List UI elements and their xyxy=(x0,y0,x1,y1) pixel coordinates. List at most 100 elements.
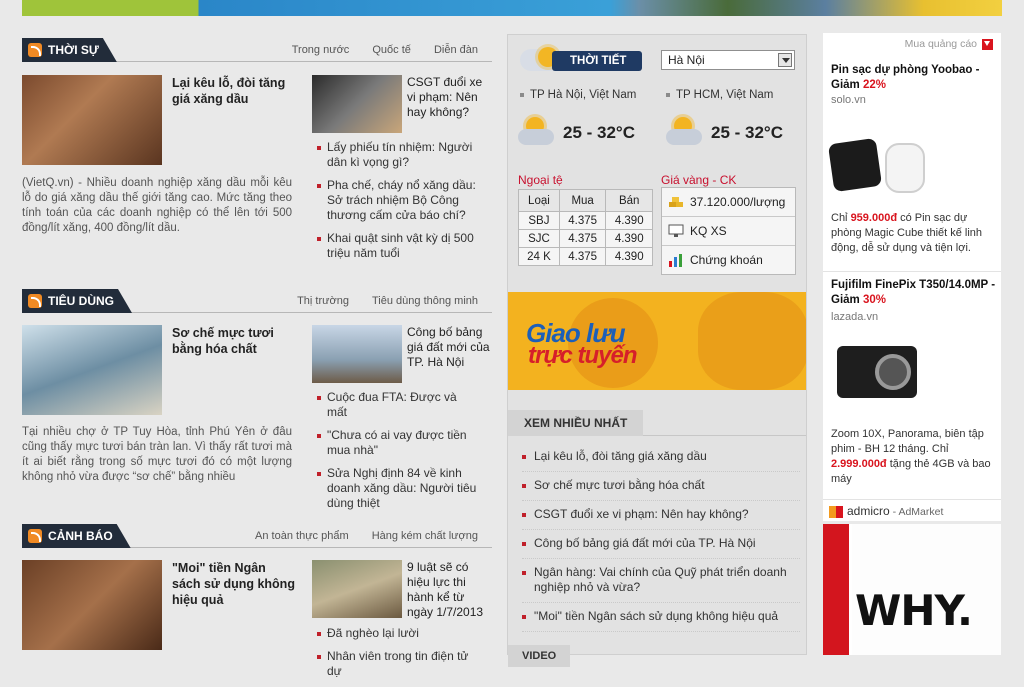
table-cell: 4.375 xyxy=(558,211,607,230)
city-select[interactable]: Hà Nội xyxy=(661,50,795,70)
section-title: CẢNH BÁO xyxy=(48,529,113,543)
sublink[interactable]: Quốc tế xyxy=(372,44,411,56)
list-item[interactable]: Sửa Nghị định 84 về kinh doanh xăng dầu:… xyxy=(315,466,480,511)
list-item[interactable]: Sơ chế mực tươi bằng hóa chất xyxy=(522,478,800,501)
headline-thumbnail[interactable] xyxy=(22,325,162,415)
list-item[interactable]: Khai quật sinh vật kỳ dị 500 triệu năm t… xyxy=(315,231,480,261)
list-item[interactable]: Lại kêu lỗ, đòi tăng giá xăng dầu xyxy=(522,449,800,472)
sublink[interactable]: Tiêu dùng thông minh xyxy=(372,295,478,307)
banner-stripe-gap xyxy=(849,524,852,655)
list-item[interactable]: Lấy phiếu tín nhiệm: Người dân kì vọng g… xyxy=(315,140,480,170)
table-cell: SJC xyxy=(518,229,560,248)
table-cell: 4.375 xyxy=(558,229,607,248)
admicro-logo-icon xyxy=(829,505,843,518)
live-chat-banner[interactable]: Giao lưu trực tuyến xyxy=(508,292,806,390)
why-text: WHY. xyxy=(855,586,973,635)
section-tab[interactable]: CẢNH BÁO xyxy=(22,524,131,548)
ad-title[interactable]: Fujifilm FinePix T350/14.0MP - Giảm 30% xyxy=(831,278,996,308)
table-row: 24 K 4.375 4.390 xyxy=(518,247,653,266)
ad-discount: 30% xyxy=(862,294,886,306)
headline-link[interactable]: "Moi" tiền Ngân sách sử dụng không hiệu … xyxy=(172,560,296,608)
rss-icon xyxy=(28,294,42,308)
forex-label: Ngoại tệ xyxy=(518,173,563,187)
monitor-icon xyxy=(668,224,684,237)
list-item[interactable]: Cuộc đua FTA: Được và mất xyxy=(315,390,480,420)
ad-source[interactable]: solo.vn xyxy=(831,94,866,106)
section-tab[interactable]: TIÊU DÙNG xyxy=(22,289,132,313)
sublink[interactable]: Diễn đàn xyxy=(434,44,478,56)
section-sublinks: Trong nước Quốc tế Diễn đàn xyxy=(272,44,478,56)
why-banner[interactable]: WHY. xyxy=(823,524,1001,655)
headline-link[interactable]: Lại kêu lỗ, đòi tăng giá xăng dầu xyxy=(172,75,292,107)
column-header: Mua xyxy=(558,189,607,212)
gold-box: 37.120.000/lượng KQ XS Chứng khoán xyxy=(661,187,796,275)
sun-cloud-icon xyxy=(518,117,556,147)
side-thumbnail[interactable] xyxy=(312,75,402,133)
headline-thumbnail[interactable] xyxy=(22,560,162,650)
stock-row[interactable]: Chứng khoán xyxy=(662,246,795,275)
ad-title[interactable]: Pin sạc dự phòng Yoobao - Giảm 22% xyxy=(831,63,996,93)
headline-link[interactable]: Sơ chế mực tươi bằng hóa chất xyxy=(172,325,292,357)
column-header: Loại xyxy=(518,189,560,212)
chevron-down-icon[interactable] xyxy=(778,53,792,67)
side-thumbnail[interactable] xyxy=(312,560,402,618)
sublink[interactable]: An toàn thực phẩm xyxy=(255,530,349,542)
gold-bars-icon xyxy=(669,197,683,207)
section-tab[interactable]: THỜI SỰ xyxy=(22,38,117,62)
forex-table: Loại Mua Bán SBJ 4.375 4.390 SJC 4.375 4… xyxy=(518,189,653,266)
list-item[interactable]: Công bố bảng giá đất mới của TP. Hà Nội xyxy=(522,536,800,559)
sublink[interactable]: Hàng kém chất lượng xyxy=(372,530,478,542)
top-banner[interactable] xyxy=(22,0,1002,16)
weather-temp: 25 - 32°C xyxy=(711,123,784,142)
divider xyxy=(823,271,1001,272)
banner-stripe xyxy=(823,524,849,655)
chevron-down-icon[interactable] xyxy=(982,38,993,50)
camera-image[interactable] xyxy=(837,346,917,398)
gold-price: 37.120.000/lượng xyxy=(690,195,786,209)
ad-price: 2.999.000đ xyxy=(831,458,887,470)
weather-city: TP Hà Nội, Việt Nam xyxy=(520,89,636,101)
side-headline-link[interactable]: CSGT đuổi xe vi phạm: Nên hay không? xyxy=(407,75,493,120)
table-cell: 4.390 xyxy=(605,211,653,230)
video-header: VIDEO xyxy=(508,645,806,667)
city-select-value: Hà Nội xyxy=(668,53,705,67)
sublink[interactable]: Thị trường xyxy=(297,295,349,307)
column-header: Bán xyxy=(605,189,653,212)
power-bank-image[interactable] xyxy=(827,137,883,193)
lottery-row[interactable]: KQ XS xyxy=(662,217,795,246)
buy-ad-link[interactable]: Mua quảng cáo xyxy=(905,38,993,50)
rss-icon xyxy=(28,43,42,57)
list-item[interactable]: "Chưa có ai vay được tiền mua nhà" xyxy=(315,428,480,458)
section-title: THỜI SỰ xyxy=(48,43,99,57)
side-headline-link[interactable]: Công bố bảng giá đất mới của TP. Hà Nội xyxy=(407,325,493,370)
video-tab[interactable]: VIDEO xyxy=(508,645,571,667)
most-viewed-tab[interactable]: XEM NHIỀU NHẤT xyxy=(508,410,644,436)
cable-image xyxy=(885,143,925,193)
section-sublinks: An toàn thực phẩm Hàng kém chất lượng xyxy=(235,530,478,542)
list-item[interactable]: CSGT đuổi xe vi phạm: Nên hay không? xyxy=(522,507,800,530)
list-item[interactable]: Pha chế, cháy nổ xăng dầu: Sở trách nhiệ… xyxy=(315,178,480,223)
weather-label: THỜI TIẾT xyxy=(552,51,642,71)
side-headline-link[interactable]: 9 luật sẽ có hiệu lực thi hành kể từ ngà… xyxy=(407,560,493,620)
banner-line2: trực tuyến xyxy=(528,342,637,369)
ad-source[interactable]: lazada.vn xyxy=(831,311,878,323)
gold-row[interactable]: 37.120.000/lượng xyxy=(662,188,795,217)
list-item[interactable]: "Moi" tiền Ngân sách sử dụng không hiệu … xyxy=(522,609,800,632)
hand-graphic xyxy=(698,292,806,390)
most-viewed-header: XEM NHIỀU NHẤT xyxy=(508,410,806,436)
stock-link: Chứng khoán xyxy=(690,253,763,267)
weather-temp: 25 - 32°C xyxy=(563,123,636,142)
sublink[interactable]: Trong nước xyxy=(292,44,350,56)
section-sublinks: Thị trường Tiêu dùng thông minh xyxy=(277,295,478,307)
list-item[interactable]: Nhân viên trong tin điện tử dự xyxy=(315,649,480,679)
headline-thumbnail[interactable] xyxy=(22,75,162,165)
list-item[interactable]: Ngân hàng: Vai chính của Quỹ phát triển … xyxy=(522,565,800,603)
chart-icon xyxy=(669,254,682,267)
ad-network-footer[interactable]: admicro - AdMarket xyxy=(823,499,1001,521)
list-item[interactable]: Đã nghèo lại lười xyxy=(315,626,480,641)
related-list: Đã nghèo lại lười Nhân viên trong tin đi… xyxy=(315,626,480,687)
headline-summary: (VietQ.vn) - Nhiều doanh nghiệp xăng dầu… xyxy=(22,177,292,234)
side-thumbnail[interactable] xyxy=(312,325,402,383)
gold-label: Giá vàng - CK xyxy=(661,173,737,187)
section-title: TIÊU DÙNG xyxy=(48,294,114,308)
